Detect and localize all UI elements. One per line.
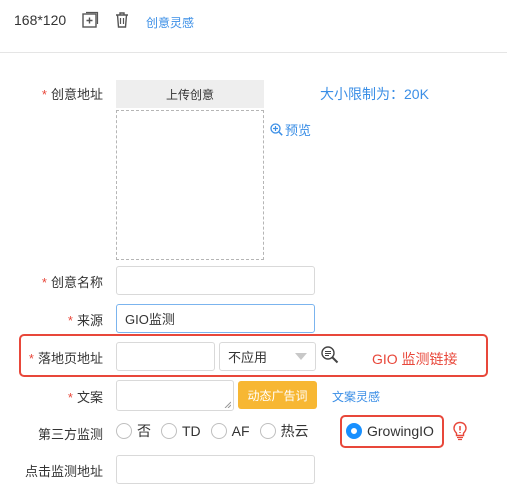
creative-name-input[interactable] — [116, 266, 315, 295]
lightbulb-icon[interactable] — [449, 420, 471, 442]
radio-option-td[interactable]: TD — [161, 423, 201, 439]
source-input[interactable]: GIO监测 — [116, 304, 315, 333]
zoom-in-icon — [270, 123, 283, 136]
search-link-icon[interactable] — [319, 344, 341, 366]
third-party-tracking-label: 第三方监测 — [37, 427, 103, 442]
radio-option-growingio[interactable]: GrowingIO — [346, 423, 434, 439]
radio-circle — [210, 423, 227, 439]
creative-name-label: * 创意名称 — [41, 275, 103, 290]
preview-link[interactable]: 预览 — [270, 120, 311, 139]
third-party-tracking-radio-group: 否 TD AF 热云 — [116, 421, 319, 441]
resize-handle-icon[interactable] — [224, 401, 231, 408]
creative-size-label: 168*120 — [14, 12, 67, 28]
radio-option-af[interactable]: AF — [210, 423, 250, 439]
creative-upload-area[interactable] — [116, 110, 264, 260]
gio-tracking-annotation: GIO 监测链接 — [372, 351, 458, 367]
click-tracking-input[interactable] — [116, 455, 315, 484]
copy-textarea[interactable] — [116, 380, 234, 411]
chevron-down-icon — [295, 352, 307, 360]
size-limit-hint: 大小限制为：20K — [320, 86, 429, 102]
radio-circle — [259, 423, 276, 439]
radio-option-none[interactable]: 否 — [116, 421, 151, 441]
landing-page-label: * 落地页地址 — [28, 351, 103, 366]
creative-inspiration-link[interactable]: 创意灵感 — [146, 14, 194, 31]
radio-circle — [116, 423, 132, 439]
upload-creative-button[interactable]: 上传创意 — [116, 80, 264, 108]
radio-circle-selected — [346, 423, 362, 439]
radio-option-reyun[interactable]: 热云 — [259, 421, 309, 441]
radio-circle — [161, 423, 177, 439]
dynamic-ad-words-button[interactable]: 动态广告词 — [238, 381, 317, 409]
source-label: * 来源 — [67, 313, 103, 328]
trash-icon[interactable] — [111, 9, 133, 31]
landing-page-input[interactable] — [116, 342, 215, 371]
copy-label: * 文案 — [67, 390, 103, 405]
header-divider — [0, 52, 507, 53]
required-mark: * — [41, 87, 47, 102]
creative-url-label: * 创意地址 — [41, 87, 103, 102]
add-square-icon[interactable] — [79, 9, 101, 31]
landing-page-select[interactable]: 不应用 — [219, 342, 316, 371]
click-tracking-label: 点击监测地址 — [24, 464, 103, 479]
copy-inspiration-link[interactable]: 文案灵感 — [332, 388, 380, 405]
